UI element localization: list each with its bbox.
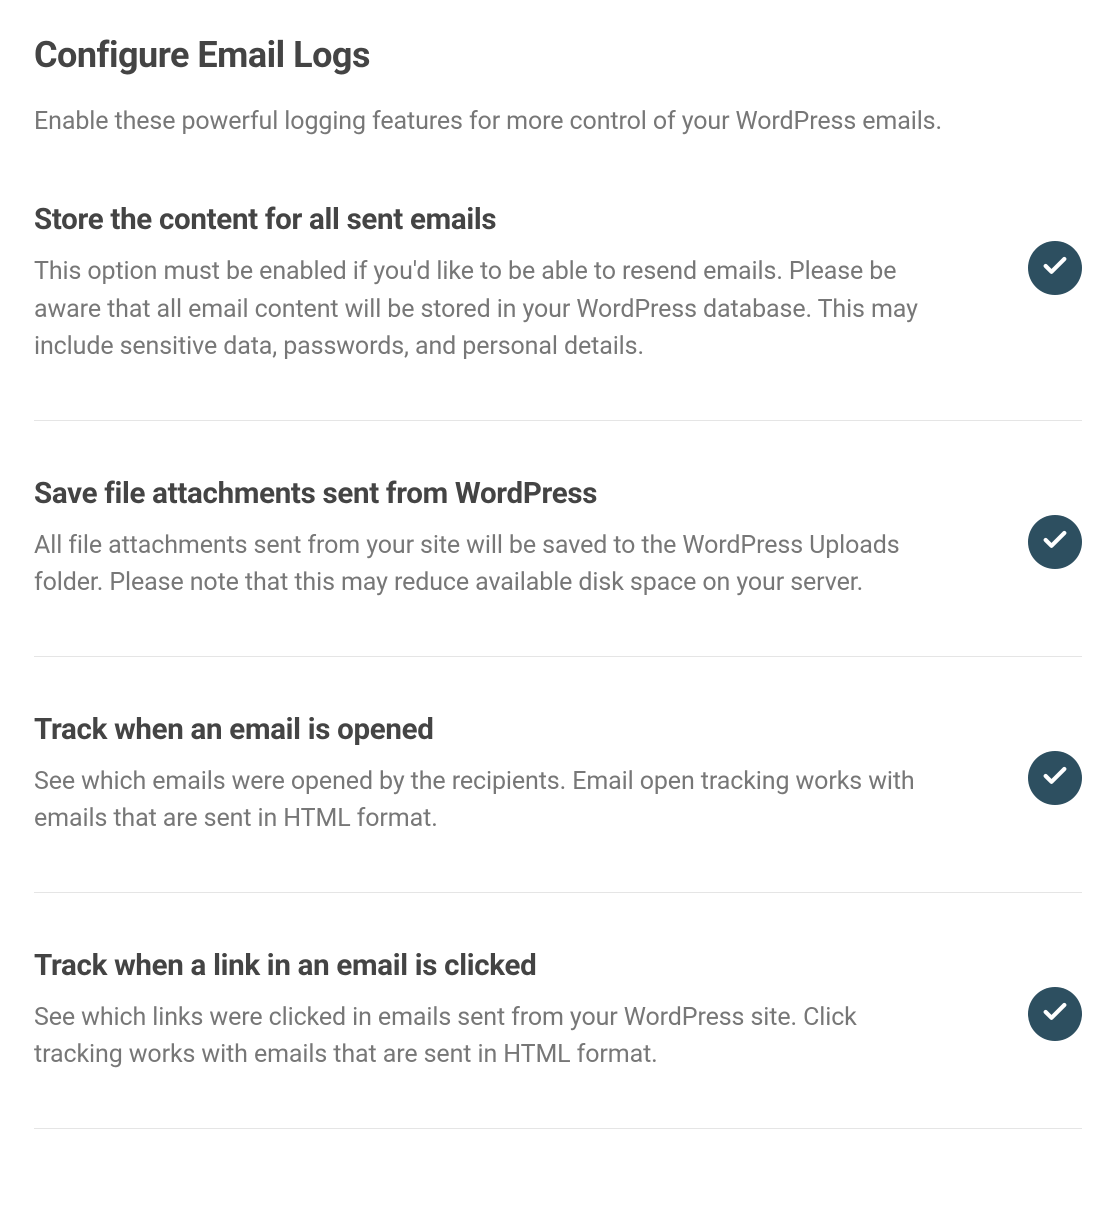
page-subtitle: Enable these powerful logging features f… [34, 104, 1082, 139]
option-save-attachments: Save file attachments sent from WordPres… [34, 477, 1082, 657]
toggle-track-clicked[interactable] [1028, 987, 1082, 1041]
option-description: See which links were clicked in emails s… [34, 999, 944, 1074]
option-title: Store the content for all sent emails [34, 203, 944, 237]
option-title: Save file attachments sent from WordPres… [34, 477, 944, 511]
option-track-opened: Track when an email is opened See which … [34, 713, 1082, 893]
check-icon [1041, 762, 1069, 794]
option-text: Track when a link in an email is clicked… [34, 949, 944, 1074]
option-text: Track when an email is opened See which … [34, 713, 944, 838]
option-description: See which emails were opened by the reci… [34, 763, 944, 838]
option-title: Track when an email is opened [34, 713, 944, 747]
check-icon [1041, 526, 1069, 558]
option-store-content: Store the content for all sent emails Th… [34, 203, 1082, 421]
toggle-store-content[interactable] [1028, 241, 1082, 295]
option-track-clicked: Track when a link in an email is clicked… [34, 949, 1082, 1129]
toggle-track-opened[interactable] [1028, 751, 1082, 805]
page-title: Configure Email Logs [34, 34, 1082, 76]
option-description: This option must be enabled if you'd lik… [34, 253, 944, 366]
option-text: Save file attachments sent from WordPres… [34, 477, 944, 602]
check-icon [1041, 998, 1069, 1030]
option-title: Track when a link in an email is clicked [34, 949, 944, 983]
toggle-save-attachments[interactable] [1028, 515, 1082, 569]
check-icon [1041, 252, 1069, 284]
option-description: All file attachments sent from your site… [34, 527, 944, 602]
option-text: Store the content for all sent emails Th… [34, 203, 944, 366]
